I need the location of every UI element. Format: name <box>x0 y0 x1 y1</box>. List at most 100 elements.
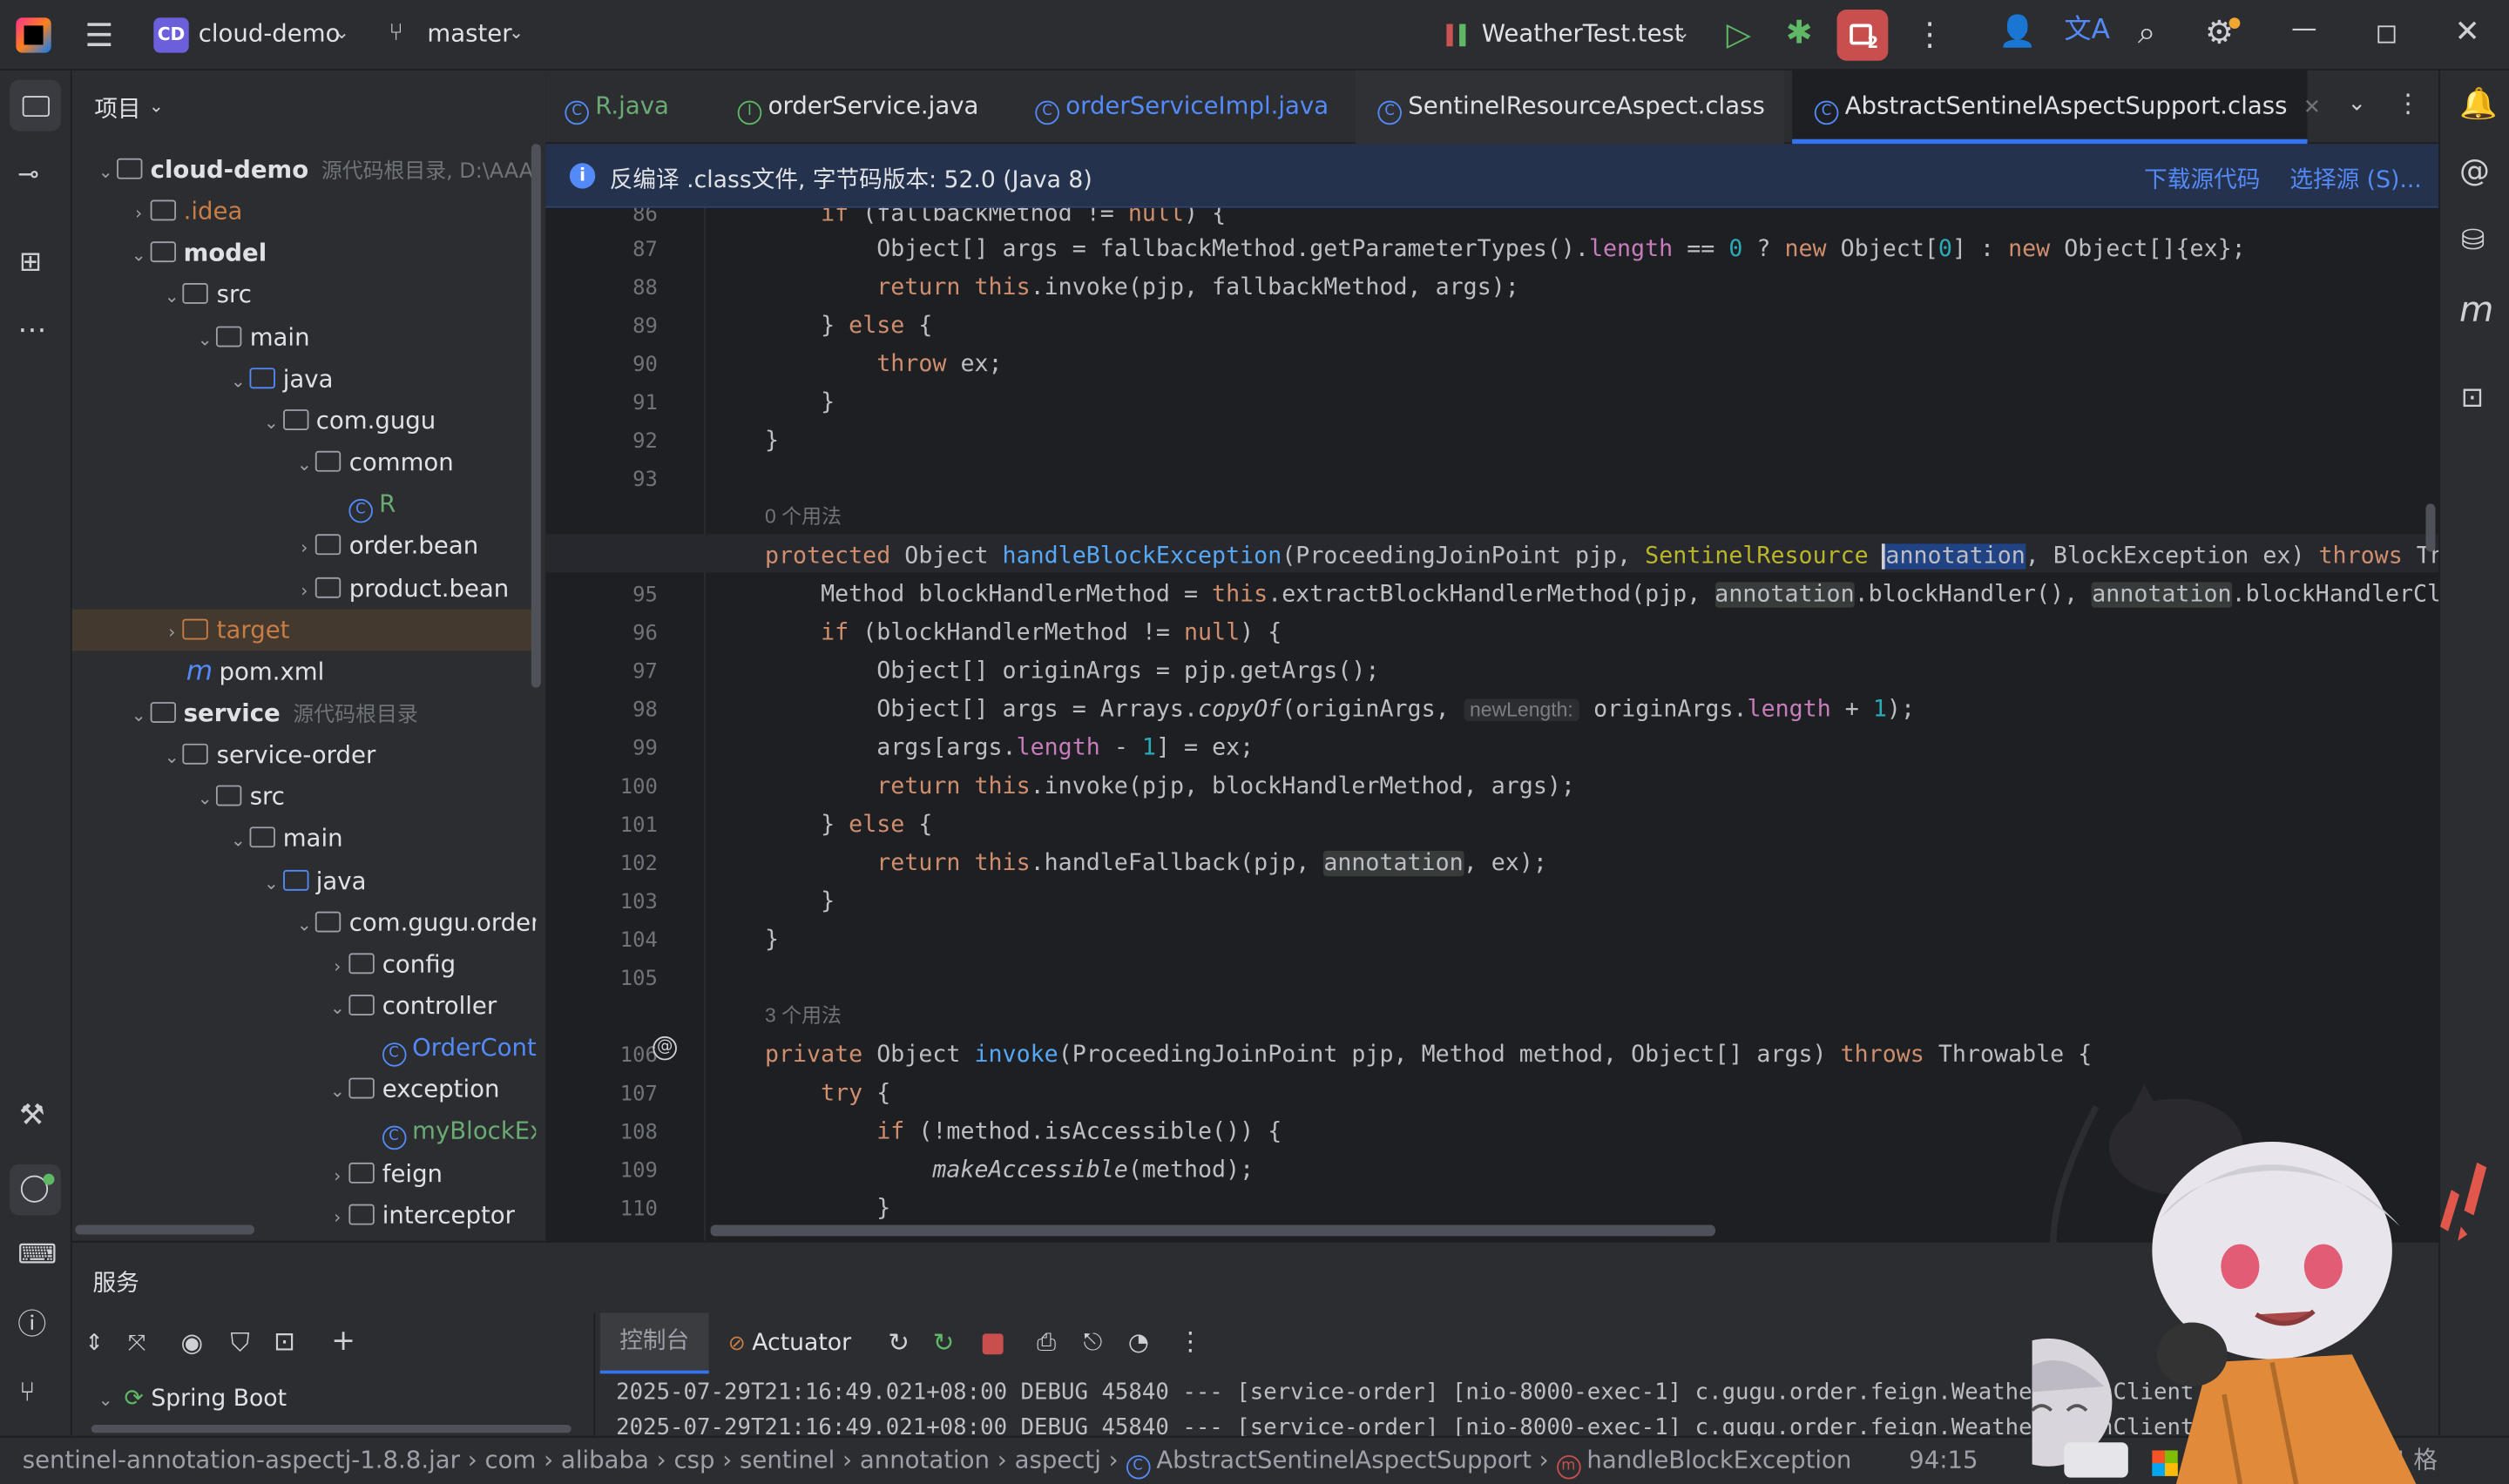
chevron-down-icon[interactable]: ⌄ <box>293 905 315 947</box>
tree-item[interactable]: ⌄ service 源代码根目录 <box>72 692 537 734</box>
tree-item[interactable]: › order.bean <box>72 525 537 567</box>
show-icon[interactable]: ◉ <box>181 1330 204 1356</box>
minimize-icon[interactable]: — <box>2291 15 2316 41</box>
tree-item[interactable]: › .idea <box>72 191 537 233</box>
commit-icon[interactable]: ⊸ <box>17 161 39 186</box>
services-tool-button[interactable] <box>10 1164 61 1216</box>
stop-icon[interactable] <box>982 1333 1004 1355</box>
tree-item[interactable]: › feign <box>72 1152 537 1194</box>
branch-name[interactable]: master <box>427 19 511 48</box>
run-icon[interactable]: ▷ <box>1727 17 1751 50</box>
notifications-icon[interactable]: 🔔 <box>2459 89 2497 120</box>
download-source-link[interactable]: 下载源代码 <box>2144 161 2260 195</box>
chevron-down-icon[interactable]: ⌄ <box>227 361 249 403</box>
restart-icon[interactable]: ↻ <box>933 1330 955 1356</box>
tab-abstract-sentinel-aspect-support[interactable]: C AbstractSentinelAspectSupport.class ✕ <box>1792 70 2321 145</box>
breadcrumb-item[interactable]: handleBlockException <box>1586 1446 1851 1474</box>
rerun-icon[interactable]: ↻ <box>888 1330 910 1356</box>
breadcrumb-item[interactable]: csp <box>673 1446 714 1474</box>
chevron-down-icon[interactable]: ⌄ <box>160 738 183 779</box>
tree-item[interactable]: ⌄ java <box>72 358 537 400</box>
structure-icon[interactable]: ⊞ <box>19 249 42 276</box>
breadcrumb-item[interactable]: alibaba <box>561 1446 649 1474</box>
chevron-right-icon[interactable]: › <box>326 1156 348 1197</box>
tree-hscrollbar[interactable] <box>75 1224 255 1235</box>
breadcrumb-item[interactable]: annotation <box>860 1446 990 1474</box>
more-tools-icon[interactable]: ⋯ <box>17 316 46 346</box>
tree-item[interactable]: CR <box>72 483 537 525</box>
chevron-down-icon[interactable]: ⌄ <box>293 445 315 487</box>
more-icon[interactable]: ⋮ <box>1914 17 1946 50</box>
main-menu-icon[interactable]: ☰ <box>85 19 113 51</box>
maven-icon[interactable]: m <box>2459 293 2493 329</box>
tree-item[interactable]: ⌄ service-order <box>72 734 537 776</box>
chevron-right-icon[interactable]: › <box>127 193 150 235</box>
chevron-right-icon[interactable]: › <box>326 947 348 988</box>
chevron-right-icon[interactable]: › <box>326 1197 348 1237</box>
choose-source-link[interactable]: 选择源 (S)... <box>2289 161 2421 195</box>
chevron-right-icon[interactable]: › <box>293 570 315 612</box>
collapse-all-icon[interactable]: ⤧ <box>128 1332 146 1355</box>
tab-sentinel-resource-aspect[interactable]: C SentinelResourceAspect.class <box>1355 70 1784 145</box>
run-config-selector[interactable]: WeatherTest.test <box>1482 19 1684 48</box>
profiler-icon[interactable]: ◔ <box>1128 1330 1149 1355</box>
actuator-tab[interactable]: ⊘ Actuator <box>728 1331 851 1356</box>
chevron-down-icon[interactable]: ⌄ <box>193 319 216 361</box>
usages-hint[interactable]: 0 个用法 <box>765 499 842 530</box>
chevron-right-icon[interactable]: › <box>160 612 183 654</box>
add-service-icon[interactable]: + <box>331 1326 355 1356</box>
usages-hint[interactable]: 3 个用法 <box>765 998 842 1029</box>
app-logo-icon[interactable] <box>16 17 51 53</box>
tree-item[interactable]: ⌄ com.gugu.order <box>72 901 536 943</box>
tabs-chevron-down-icon[interactable]: ⌄ <box>2347 92 2366 115</box>
project-name[interactable]: cloud-demo <box>199 19 341 48</box>
tree-item[interactable]: ⌄ common <box>72 442 537 483</box>
chevron-down-icon[interactable]: ⌄ <box>127 235 150 277</box>
chevron-down-icon[interactable]: ⌄ <box>326 988 348 1030</box>
tree-item[interactable]: ⌄ src <box>72 274 537 316</box>
caret-position[interactable]: 94:15 <box>1909 1438 1978 1482</box>
ai-assistant-icon[interactable]: @ <box>2459 156 2490 187</box>
tab-order-service-impl[interactable]: CorderServiceImpl.java <box>1035 71 1329 144</box>
chevron-down-icon[interactable]: ⌄ <box>160 277 183 319</box>
git-icon[interactable]: ⑂ <box>19 1379 36 1407</box>
tree-item[interactable]: › target <box>71 608 537 654</box>
translate-icon[interactable]: 文A <box>2064 17 2110 44</box>
search-icon[interactable]: ⌕ <box>2138 16 2156 48</box>
breadcrumb-item[interactable]: AbstractSentinelAspectSupport <box>1156 1446 1532 1474</box>
chevron-down-icon[interactable]: ⌄ <box>260 863 282 905</box>
new-group-icon[interactable]: ⊡ <box>274 1328 295 1354</box>
close-icon[interactable]: ✕ <box>2454 17 2479 48</box>
add-user-icon[interactable]: 👤 <box>1998 17 2036 48</box>
chevron-down-icon[interactable]: ⌄ <box>260 403 282 445</box>
services-tree-scrollbar[interactable] <box>91 1425 571 1433</box>
tree-item[interactable]: ⌄ java <box>72 860 537 901</box>
tree-item[interactable]: › product.bean <box>72 567 537 609</box>
chevron-down-icon[interactable]: ⌄ <box>94 152 117 193</box>
tree-item[interactable]: ⌄ src <box>72 776 537 818</box>
exit-icon[interactable]: ⎋ <box>1083 1330 1102 1355</box>
services-tree-item[interactable]: ⌄ ⟳ Spring Boot <box>94 1386 287 1412</box>
breadcrumb-item[interactable]: sentinel <box>740 1446 835 1474</box>
filter-icon[interactable]: ⛉ <box>230 1330 249 1356</box>
project-badge[interactable]: CD <box>153 17 189 53</box>
terminal-icon[interactable]: ⌨ <box>17 1242 57 1270</box>
tree-item[interactable]: › config <box>72 943 537 985</box>
tree-item[interactable]: ⌄ model <box>72 233 537 274</box>
tab-r-java[interactable]: C R.java <box>565 71 669 144</box>
close-tab-icon[interactable]: ✕ <box>2303 96 2321 120</box>
tree-item[interactable]: ⌄ main <box>72 316 537 358</box>
indent-status[interactable]: 4 格 <box>2391 1438 2438 1482</box>
screenshot-icon[interactable]: ⎙ <box>1037 1330 1056 1355</box>
expand-all-icon[interactable]: ⇕ <box>85 1332 104 1355</box>
project-tool-button[interactable] <box>10 79 61 132</box>
breadcrumb-item[interactable]: com <box>485 1446 537 1474</box>
tree-item[interactable]: ⌄ com.gugu <box>72 400 537 442</box>
build-icon[interactable]: ⚒ <box>19 1101 45 1130</box>
tree-scrollbar[interactable] <box>531 144 541 688</box>
tabs-more-icon[interactable]: ⋮ <box>2396 91 2421 117</box>
console-tab[interactable]: 控制台 <box>599 1312 709 1374</box>
tree-item[interactable]: C OrderContr <box>72 1027 536 1069</box>
breadcrumb-item[interactable]: sentinel-annotation-aspectj-1.8.8.jar <box>23 1446 460 1474</box>
restore-icon[interactable] <box>2377 25 2396 44</box>
